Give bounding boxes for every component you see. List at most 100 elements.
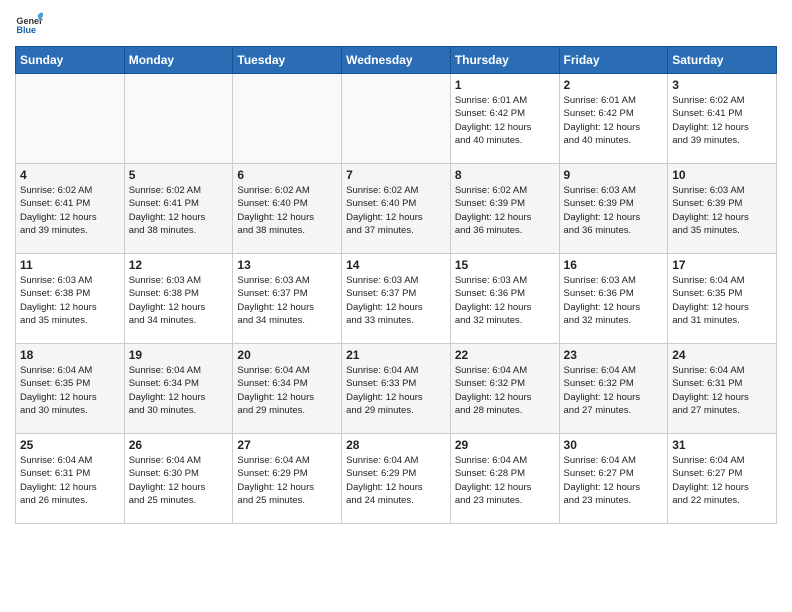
day-number: 26 — [129, 438, 229, 452]
calendar-cell: 6 Sunrise: 6:02 AM Sunset: 6:40 PM Daylig… — [233, 164, 342, 254]
day-info: Sunrise: 6:02 AM Sunset: 6:40 PM Dayligh… — [346, 184, 446, 237]
day-number: 13 — [237, 258, 337, 272]
page-header: General Blue — [15, 10, 777, 38]
day-info: Sunrise: 6:02 AM Sunset: 6:41 PM Dayligh… — [129, 184, 229, 237]
day-number: 29 — [455, 438, 555, 452]
header-day-saturday: Saturday — [668, 47, 777, 74]
day-info: Sunrise: 6:01 AM Sunset: 6:42 PM Dayligh… — [455, 94, 555, 147]
day-info: Sunrise: 6:04 AM Sunset: 6:28 PM Dayligh… — [455, 454, 555, 507]
header-row: SundayMondayTuesdayWednesdayThursdayFrid… — [16, 47, 777, 74]
day-number: 31 — [672, 438, 772, 452]
calendar-cell: 26 Sunrise: 6:04 AM Sunset: 6:30 PM Dayli… — [124, 434, 233, 524]
day-info: Sunrise: 6:04 AM Sunset: 6:31 PM Dayligh… — [20, 454, 120, 507]
calendar-cell: 10 Sunrise: 6:03 AM Sunset: 6:39 PM Dayli… — [668, 164, 777, 254]
day-number: 25 — [20, 438, 120, 452]
calendar-cell — [124, 74, 233, 164]
day-info: Sunrise: 6:03 AM Sunset: 6:38 PM Dayligh… — [20, 274, 120, 327]
day-info: Sunrise: 6:04 AM Sunset: 6:32 PM Dayligh… — [455, 364, 555, 417]
calendar-cell: 30 Sunrise: 6:04 AM Sunset: 6:27 PM Dayli… — [559, 434, 668, 524]
day-number: 16 — [564, 258, 664, 272]
calendar-cell: 28 Sunrise: 6:04 AM Sunset: 6:29 PM Dayli… — [342, 434, 451, 524]
day-number: 22 — [455, 348, 555, 362]
week-row-1: 1 Sunrise: 6:01 AM Sunset: 6:42 PM Daylig… — [16, 74, 777, 164]
day-info: Sunrise: 6:03 AM Sunset: 6:36 PM Dayligh… — [455, 274, 555, 327]
header-day-thursday: Thursday — [450, 47, 559, 74]
week-row-4: 18Sunrise: 6:04 AM Sunset: 6:35 PM Dayli… — [16, 344, 777, 434]
day-number: 6 — [237, 168, 337, 182]
header-day-tuesday: Tuesday — [233, 47, 342, 74]
header-day-monday: Monday — [124, 47, 233, 74]
calendar-header: SundayMondayTuesdayWednesdayThursdayFrid… — [16, 47, 777, 74]
calendar-cell: 13 Sunrise: 6:03 AM Sunset: 6:37 PM Dayli… — [233, 254, 342, 344]
day-number: 5 — [129, 168, 229, 182]
logo: General Blue — [15, 10, 43, 38]
header-day-friday: Friday — [559, 47, 668, 74]
day-info: Sunrise: 6:02 AM Sunset: 6:40 PM Dayligh… — [237, 184, 337, 237]
calendar-cell: 4Sunrise: 6:02 AM Sunset: 6:41 PM Daylig… — [16, 164, 125, 254]
calendar-cell: 20Sunrise: 6:04 AM Sunset: 6:34 PM Dayli… — [233, 344, 342, 434]
day-info: Sunrise: 6:04 AM Sunset: 6:30 PM Dayligh… — [129, 454, 229, 507]
day-info: Sunrise: 6:03 AM Sunset: 6:39 PM Dayligh… — [672, 184, 772, 237]
day-info: Sunrise: 6:03 AM Sunset: 6:38 PM Dayligh… — [129, 274, 229, 327]
calendar-cell: 21Sunrise: 6:04 AM Sunset: 6:33 PM Dayli… — [342, 344, 451, 434]
calendar-cell: 7 Sunrise: 6:02 AM Sunset: 6:40 PM Daylig… — [342, 164, 451, 254]
day-info: Sunrise: 6:04 AM Sunset: 6:29 PM Dayligh… — [237, 454, 337, 507]
day-info: Sunrise: 6:03 AM Sunset: 6:37 PM Dayligh… — [237, 274, 337, 327]
calendar-cell — [342, 74, 451, 164]
calendar-cell: 22 Sunrise: 6:04 AM Sunset: 6:32 PM Dayli… — [450, 344, 559, 434]
calendar-cell: 23 Sunrise: 6:04 AM Sunset: 6:32 PM Dayli… — [559, 344, 668, 434]
day-info: Sunrise: 6:04 AM Sunset: 6:35 PM Dayligh… — [672, 274, 772, 327]
calendar-cell: 27 Sunrise: 6:04 AM Sunset: 6:29 PM Dayli… — [233, 434, 342, 524]
day-info: Sunrise: 6:02 AM Sunset: 6:41 PM Dayligh… — [672, 94, 772, 147]
calendar-cell: 24Sunrise: 6:04 AM Sunset: 6:31 PM Dayli… — [668, 344, 777, 434]
day-info: Sunrise: 6:03 AM Sunset: 6:36 PM Dayligh… — [564, 274, 664, 327]
week-row-2: 4Sunrise: 6:02 AM Sunset: 6:41 PM Daylig… — [16, 164, 777, 254]
day-info: Sunrise: 6:02 AM Sunset: 6:41 PM Dayligh… — [20, 184, 120, 237]
day-info: Sunrise: 6:01 AM Sunset: 6:42 PM Dayligh… — [564, 94, 664, 147]
day-info: Sunrise: 6:04 AM Sunset: 6:27 PM Dayligh… — [672, 454, 772, 507]
calendar-cell: 15 Sunrise: 6:03 AM Sunset: 6:36 PM Dayli… — [450, 254, 559, 344]
day-info: Sunrise: 6:03 AM Sunset: 6:39 PM Dayligh… — [564, 184, 664, 237]
calendar-cell — [16, 74, 125, 164]
day-info: Sunrise: 6:04 AM Sunset: 6:31 PM Dayligh… — [672, 364, 772, 417]
day-info: Sunrise: 6:04 AM Sunset: 6:32 PM Dayligh… — [564, 364, 664, 417]
calendar-cell: 18Sunrise: 6:04 AM Sunset: 6:35 PM Dayli… — [16, 344, 125, 434]
calendar-cell: 12Sunrise: 6:03 AM Sunset: 6:38 PM Dayli… — [124, 254, 233, 344]
day-number: 27 — [237, 438, 337, 452]
day-number: 3 — [672, 78, 772, 92]
day-number: 8 — [455, 168, 555, 182]
calendar-cell: 25 Sunrise: 6:04 AM Sunset: 6:31 PM Dayli… — [16, 434, 125, 524]
week-row-5: 25 Sunrise: 6:04 AM Sunset: 6:31 PM Dayli… — [16, 434, 777, 524]
day-number: 10 — [672, 168, 772, 182]
day-info: Sunrise: 6:04 AM Sunset: 6:33 PM Dayligh… — [346, 364, 446, 417]
day-number: 14 — [346, 258, 446, 272]
day-info: Sunrise: 6:04 AM Sunset: 6:34 PM Dayligh… — [237, 364, 337, 417]
day-info: Sunrise: 6:03 AM Sunset: 6:37 PM Dayligh… — [346, 274, 446, 327]
day-number: 15 — [455, 258, 555, 272]
day-number: 28 — [346, 438, 446, 452]
header-day-sunday: Sunday — [16, 47, 125, 74]
calendar-cell: 11Sunrise: 6:03 AM Sunset: 6:38 PM Dayli… — [16, 254, 125, 344]
day-number: 23 — [564, 348, 664, 362]
day-number: 19 — [129, 348, 229, 362]
calendar-cell: 2 Sunrise: 6:01 AM Sunset: 6:42 PM Daylig… — [559, 74, 668, 164]
day-info: Sunrise: 6:04 AM Sunset: 6:27 PM Dayligh… — [564, 454, 664, 507]
calendar-cell: 19Sunrise: 6:04 AM Sunset: 6:34 PM Dayli… — [124, 344, 233, 434]
day-number: 1 — [455, 78, 555, 92]
day-number: 2 — [564, 78, 664, 92]
week-row-3: 11Sunrise: 6:03 AM Sunset: 6:38 PM Dayli… — [16, 254, 777, 344]
day-number: 7 — [346, 168, 446, 182]
day-info: Sunrise: 6:04 AM Sunset: 6:29 PM Dayligh… — [346, 454, 446, 507]
calendar-cell: 8Sunrise: 6:02 AM Sunset: 6:39 PM Daylig… — [450, 164, 559, 254]
calendar-cell: 14 Sunrise: 6:03 AM Sunset: 6:37 PM Dayli… — [342, 254, 451, 344]
logo-icon: General Blue — [15, 10, 43, 38]
calendar-cell: 9 Sunrise: 6:03 AM Sunset: 6:39 PM Daylig… — [559, 164, 668, 254]
day-number: 30 — [564, 438, 664, 452]
calendar-cell: 31 Sunrise: 6:04 AM Sunset: 6:27 PM Dayli… — [668, 434, 777, 524]
day-number: 9 — [564, 168, 664, 182]
calendar-cell: 3 Sunrise: 6:02 AM Sunset: 6:41 PM Daylig… — [668, 74, 777, 164]
calendar-cell: 29 Sunrise: 6:04 AM Sunset: 6:28 PM Dayli… — [450, 434, 559, 524]
calendar-cell: 1 Sunrise: 6:01 AM Sunset: 6:42 PM Daylig… — [450, 74, 559, 164]
day-number: 18 — [20, 348, 120, 362]
header-day-wednesday: Wednesday — [342, 47, 451, 74]
